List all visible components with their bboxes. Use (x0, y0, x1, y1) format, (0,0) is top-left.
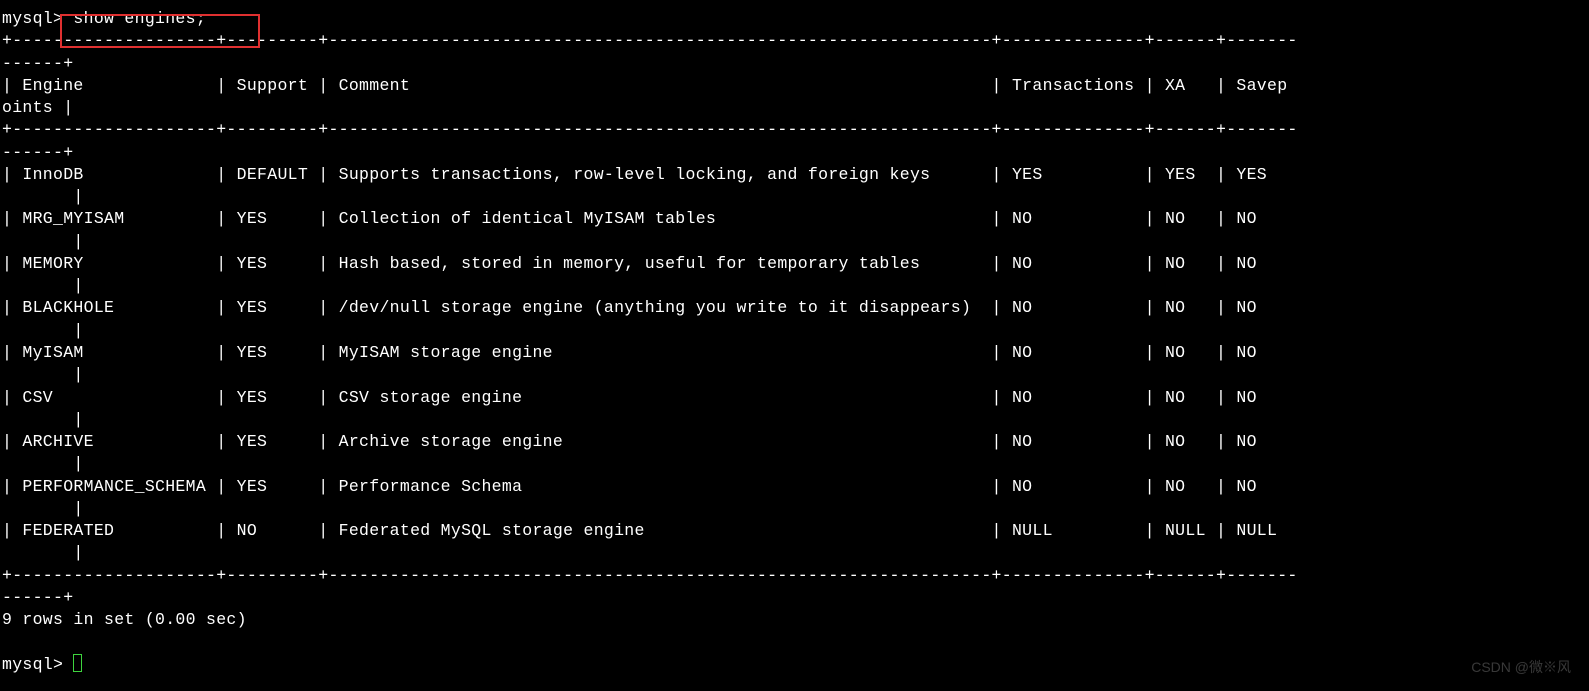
mysql-prompt: mysql> (2, 655, 73, 674)
watermark-text: CSDN @微※风 (1471, 658, 1571, 677)
blank-line (2, 631, 1587, 653)
query-result-table: +--------------------+---------+--------… (2, 30, 1587, 609)
mysql-prompt: mysql> (2, 9, 63, 28)
next-prompt-line[interactable]: mysql> (2, 654, 1587, 676)
cursor-icon (73, 654, 82, 672)
command-line: mysql> show engines; (2, 8, 1587, 30)
sql-command: show engines; (63, 9, 206, 28)
result-footer: 9 rows in set (0.00 sec) (2, 609, 1587, 631)
